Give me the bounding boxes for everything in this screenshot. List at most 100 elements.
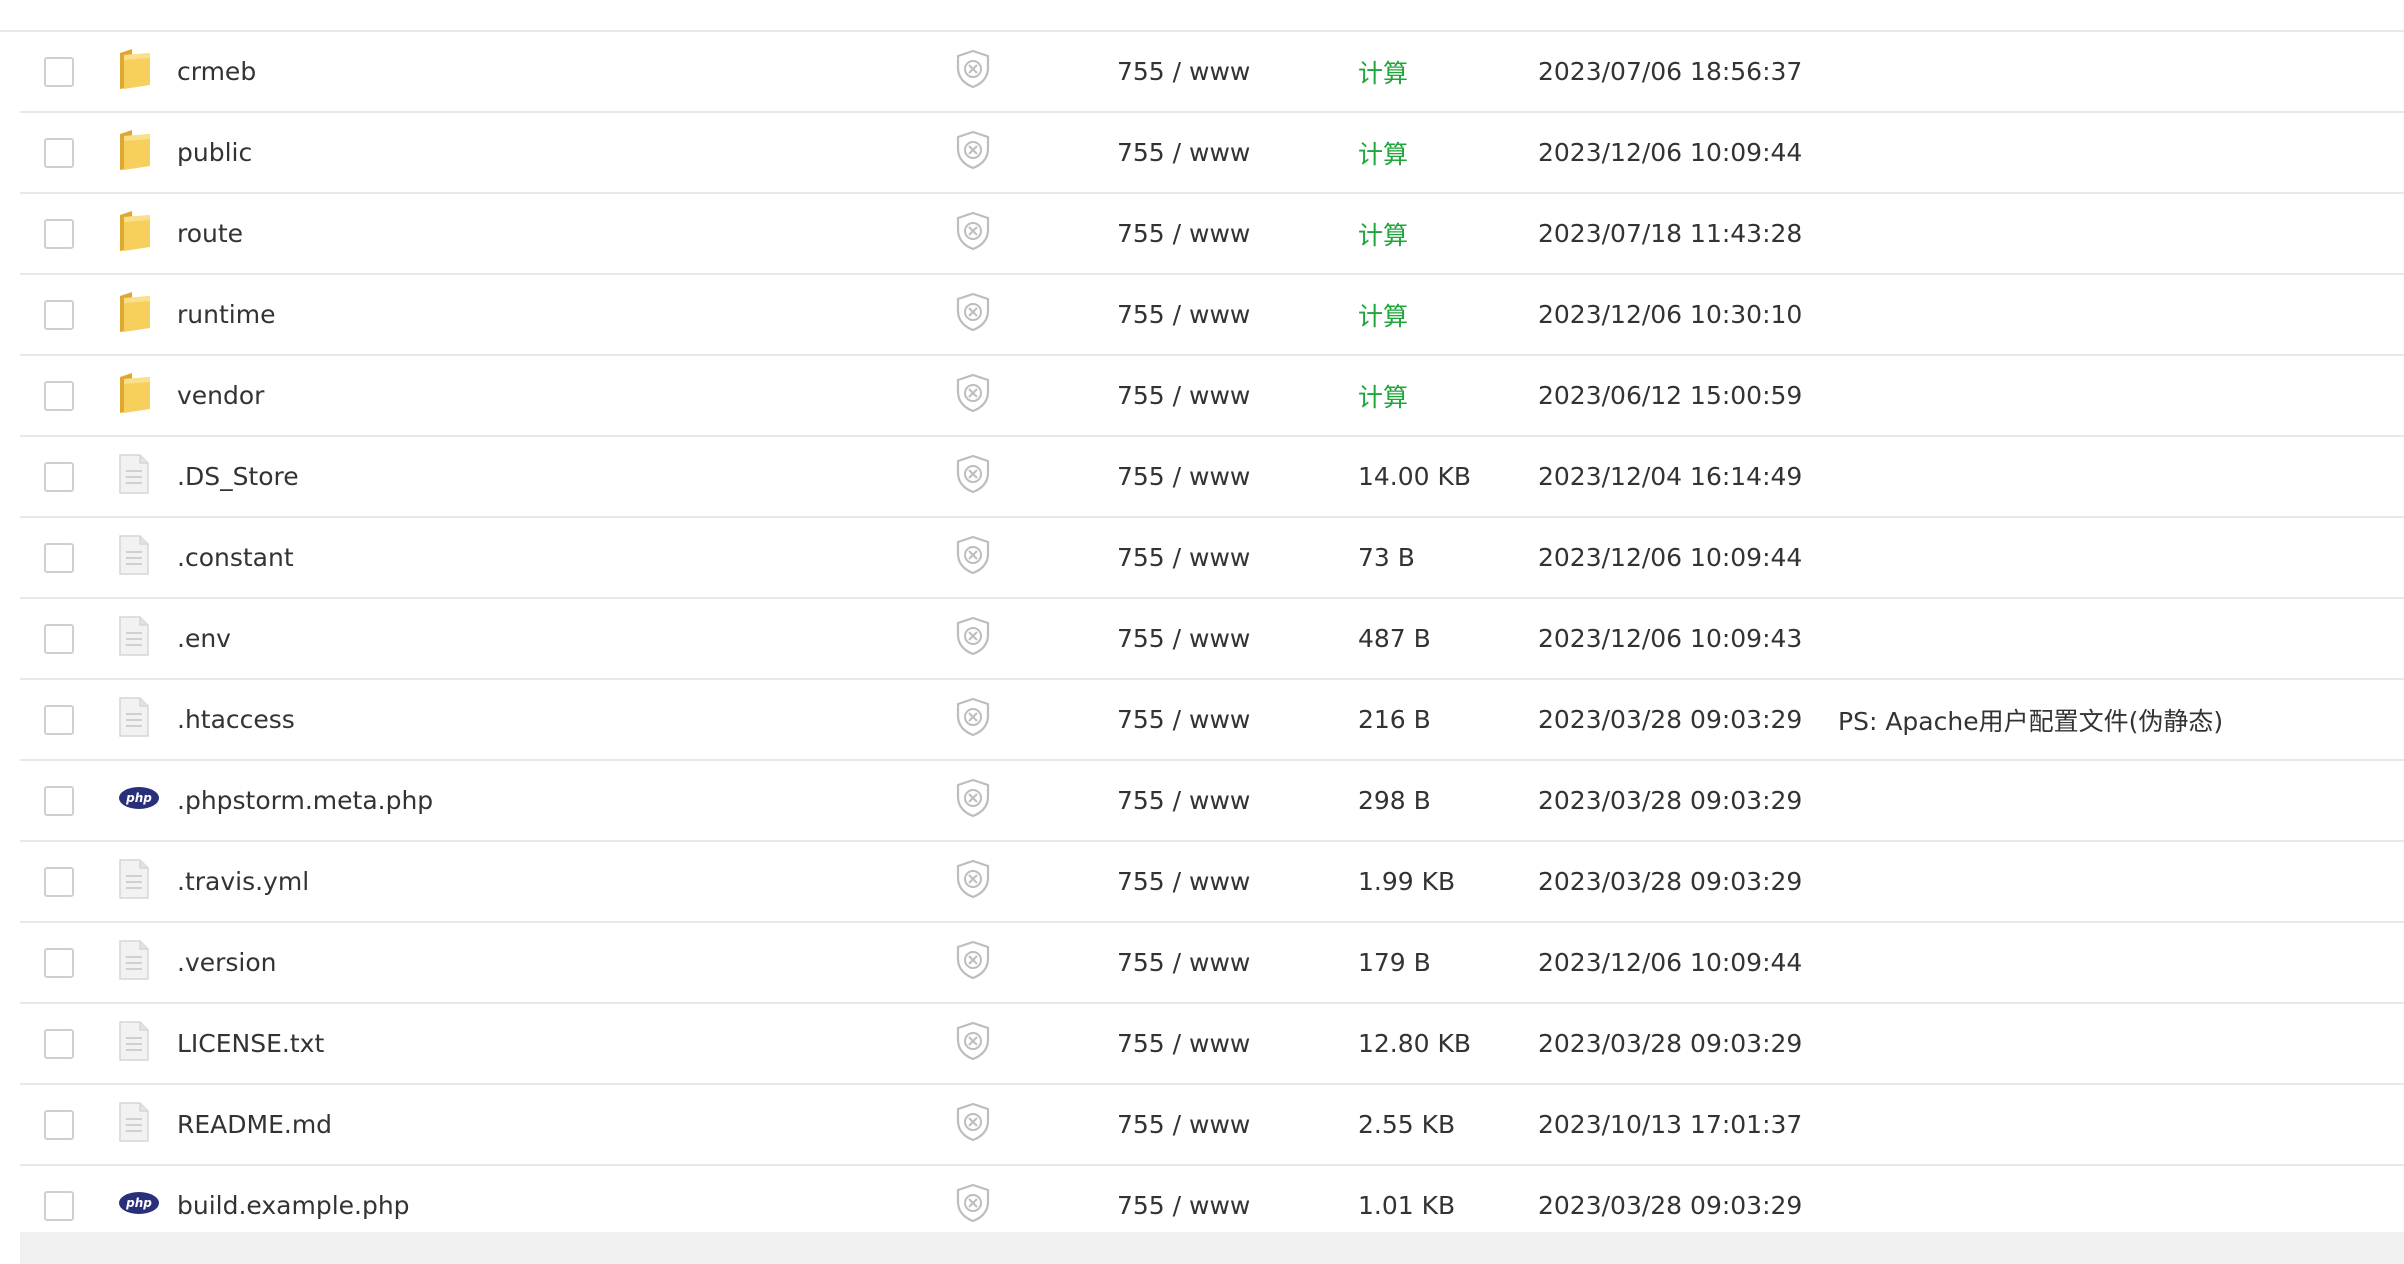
- row-checkbox[interactable]: [44, 1109, 74, 1140]
- permission-value[interactable]: 755 / www: [1117, 219, 1250, 248]
- permission-value[interactable]: 755 / www: [1117, 381, 1250, 410]
- row-checkbox[interactable]: [44, 380, 74, 411]
- mtime-cell: 2023/12/06 10:09:44: [1538, 113, 1802, 192]
- calculate-size-link[interactable]: 计算: [1358, 216, 1408, 252]
- row-checkbox[interactable]: [44, 623, 74, 654]
- table-row-htaccess[interactable]: .htaccess 755 / www 216 B 2023/03/28 09:…: [20, 680, 2404, 761]
- table-row-runtime[interactable]: runtime 755 / www 计算 2023/12/06 10:30:10: [20, 275, 2404, 356]
- row-checkbox[interactable]: [44, 56, 74, 87]
- shield-x-icon[interactable]: [955, 940, 991, 986]
- table-row-readme-md[interactable]: README.md 755 / www 2.55 KB 2023/10/13 1…: [20, 1085, 2404, 1166]
- shield-x-icon[interactable]: [955, 373, 991, 419]
- shield-x-icon[interactable]: [955, 1183, 991, 1229]
- table-row-version[interactable]: .version 755 / www 179 B 2023/12/06 10:0…: [20, 923, 2404, 1004]
- row-checkbox[interactable]: [44, 542, 74, 573]
- file-name[interactable]: runtime: [177, 300, 275, 329]
- shield-x-icon[interactable]: [955, 292, 991, 338]
- calculate-size-link[interactable]: 计算: [1358, 54, 1408, 90]
- permission-cell: 755 / www: [1117, 1085, 1250, 1164]
- permission-value[interactable]: 755 / www: [1117, 138, 1250, 167]
- table-row-travis-yml[interactable]: .travis.yml 755 / www 1.99 KB 2023/03/28…: [20, 842, 2404, 923]
- file-name[interactable]: .constant: [177, 543, 294, 572]
- file-name[interactable]: .phpstorm.meta.php: [177, 786, 433, 815]
- row-checkbox-cell: [44, 923, 74, 1002]
- shield-x-icon[interactable]: [955, 1102, 991, 1148]
- calculate-size-link[interactable]: 计算: [1358, 297, 1408, 333]
- row-checkbox[interactable]: [44, 866, 74, 897]
- table-row-public[interactable]: public 755 / www 计算 2023/12/06 10:09:44: [20, 113, 2404, 194]
- file-name[interactable]: route: [177, 219, 243, 248]
- file-name[interactable]: .htaccess: [177, 705, 295, 734]
- file-name[interactable]: .DS_Store: [177, 462, 299, 491]
- table-row-phpstorm-meta-php[interactable]: php .phpstorm.meta.php 755 / www 298 B 2…: [20, 761, 2404, 842]
- permission-value[interactable]: 755 / www: [1117, 867, 1250, 896]
- row-checkbox[interactable]: [44, 299, 74, 330]
- file-name[interactable]: .version: [177, 948, 277, 977]
- table-row-ds-store[interactable]: .DS_Store 755 / www 14.00 KB 2023/12/04 …: [20, 437, 2404, 518]
- row-checkbox[interactable]: [44, 1028, 74, 1059]
- mtime-cell: 2023/12/06 10:09:44: [1538, 518, 1802, 597]
- permission-value[interactable]: 755 / www: [1117, 1110, 1250, 1139]
- permission-value[interactable]: 755 / www: [1117, 543, 1250, 572]
- row-checkbox-cell: [44, 356, 74, 435]
- shield-x-icon[interactable]: [955, 697, 991, 743]
- file-name[interactable]: .travis.yml: [177, 867, 309, 896]
- permission-value[interactable]: 755 / www: [1117, 624, 1250, 653]
- file-name[interactable]: public: [177, 138, 252, 167]
- size-cell: 73 B: [1358, 518, 1415, 597]
- permission-value[interactable]: 755 / www: [1117, 1029, 1250, 1058]
- file-type-icon-cell: [118, 1004, 150, 1083]
- table-row-constant[interactable]: .constant 755 / www 73 B 2023/12/06 10:0…: [20, 518, 2404, 599]
- file-icon: [118, 453, 150, 501]
- folder-icon: [118, 209, 152, 259]
- row-checkbox[interactable]: [44, 218, 74, 249]
- permission-value[interactable]: 755 / www: [1117, 1191, 1250, 1220]
- file-name[interactable]: .env: [177, 624, 231, 653]
- file-name[interactable]: build.example.php: [177, 1191, 410, 1220]
- permission-value[interactable]: 755 / www: [1117, 57, 1250, 86]
- calculate-size-link[interactable]: 计算: [1358, 378, 1408, 414]
- file-type-icon-cell: [118, 437, 150, 516]
- shield-x-icon[interactable]: [955, 454, 991, 500]
- row-checkbox[interactable]: [44, 1190, 74, 1221]
- shield-x-icon[interactable]: [955, 616, 991, 662]
- folder-icon: [118, 128, 152, 178]
- table-row-route[interactable]: route 755 / www 计算 2023/07/18 11:43:28: [20, 194, 2404, 275]
- remark-cell: PS: Apache用户配置文件(伪静态): [1838, 680, 2223, 759]
- php-file-icon: php: [118, 1191, 160, 1221]
- shield-x-icon[interactable]: [955, 535, 991, 581]
- file-name[interactable]: vendor: [177, 381, 264, 410]
- permission-value[interactable]: 755 / www: [1117, 300, 1250, 329]
- calculate-size-link[interactable]: 计算: [1358, 135, 1408, 171]
- file-name-cell: vendor: [177, 356, 264, 435]
- table-row-env[interactable]: .env 755 / www 487 B 2023/12/06 10:09:43: [20, 599, 2404, 680]
- shield-x-icon[interactable]: [955, 211, 991, 257]
- permission-value[interactable]: 755 / www: [1117, 705, 1250, 734]
- mtime-value: 2023/03/28 09:03:29: [1538, 1029, 1803, 1058]
- row-checkbox[interactable]: [44, 704, 74, 735]
- table-row-vendor[interactable]: vendor 755 / www 计算 2023/06/12 15:00:59: [20, 356, 2404, 437]
- shield-x-icon[interactable]: [955, 1021, 991, 1067]
- php-icon-label: php: [125, 791, 152, 805]
- remark-value[interactable]: PS: Apache用户配置文件(伪静态): [1838, 702, 2223, 738]
- file-name[interactable]: LICENSE.txt: [177, 1029, 324, 1058]
- row-checkbox[interactable]: [44, 461, 74, 492]
- permission-value[interactable]: 755 / www: [1117, 786, 1250, 815]
- file-type-icon-cell: [118, 275, 152, 354]
- file-name[interactable]: crmeb: [177, 57, 256, 86]
- row-checkbox[interactable]: [44, 137, 74, 168]
- file-type-icon-cell: [118, 842, 150, 921]
- protect-cell: [955, 599, 991, 678]
- file-name[interactable]: README.md: [177, 1110, 332, 1139]
- shield-x-icon[interactable]: [955, 859, 991, 905]
- shield-x-icon[interactable]: [955, 130, 991, 176]
- table-row-crmeb[interactable]: crmeb 755 / www 计算 2023/07/06 18:56:37: [20, 32, 2404, 113]
- row-checkbox[interactable]: [44, 785, 74, 816]
- shield-x-icon[interactable]: [955, 49, 991, 95]
- table-row-license-txt[interactable]: LICENSE.txt 755 / www 12.80 KB 2023/03/2…: [20, 1004, 2404, 1085]
- row-checkbox[interactable]: [44, 947, 74, 978]
- permission-value[interactable]: 755 / www: [1117, 462, 1250, 491]
- permission-value[interactable]: 755 / www: [1117, 948, 1250, 977]
- shield-x-icon[interactable]: [955, 778, 991, 824]
- file-icon: [118, 534, 150, 582]
